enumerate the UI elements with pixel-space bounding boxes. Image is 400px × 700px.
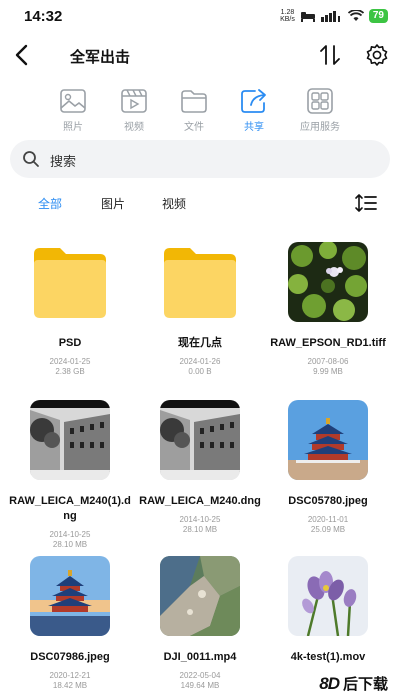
folder-icon (181, 90, 207, 113)
file-size: 25.09 MB (310, 525, 346, 534)
category-label: 文件 (184, 122, 204, 133)
app-header: 全军出击 (0, 36, 400, 76)
watermark-text: 后下载 (342, 676, 388, 693)
file-item-dsc05780[interactable]: DSC05780.jpeg 2020-11-01 25.09 MB (263, 400, 393, 534)
file-item-dsc07986[interactable]: DSC07986.jpeg 2020-12-21 18.42 MB (5, 556, 135, 690)
category-label: 应用服务 (300, 122, 340, 133)
yellow-folder-icon (34, 248, 106, 318)
file-size: 28.10 MB (182, 525, 218, 534)
temple-sunset-photo (30, 556, 110, 636)
category-label: 照片 (63, 122, 83, 133)
file-name: DJI_0011.mp4 (163, 651, 237, 663)
bw-street-photo (30, 400, 110, 480)
site-watermark: 8D 后下载 (313, 671, 394, 696)
file-size: 0.00 B (188, 367, 212, 376)
file-size: 2.38 GB (55, 367, 85, 376)
file-date: 2014-10-25 (179, 515, 221, 524)
net-speed: 1.28 KB/s (280, 9, 295, 23)
bw-street-photo (160, 400, 240, 480)
back-arrow-icon[interactable] (10, 42, 36, 68)
file-date: 2024-01-26 (179, 357, 221, 366)
temple-photo (288, 400, 368, 480)
file-name: RAW_LEICA_M240(1).dng (9, 495, 131, 522)
file-date: 2024-01-25 (49, 357, 91, 366)
file-name: DSC05780.jpeg (288, 495, 368, 507)
image-thumbnail (288, 400, 368, 480)
folder-thumbnail (30, 242, 110, 322)
search-placeholder: 搜索 (50, 154, 77, 169)
file-item-tiff[interactable]: RAW_EPSON_RD1.tiff 2007-08-06 9.99 MB (263, 242, 393, 376)
video-thumbnail (160, 556, 240, 636)
filter-tabs: 全部 图片 视频 (0, 190, 400, 218)
image-thumbnail (30, 400, 110, 480)
lily-pads-photo (288, 242, 368, 322)
file-date: 2014-10-25 (49, 530, 91, 539)
file-date: 2022-05-04 (179, 671, 221, 680)
page-title: 全军出击 (70, 49, 131, 66)
search-bar[interactable]: 搜索 (10, 140, 390, 178)
file-name: 现在几点 (178, 337, 222, 349)
transfer-sort-icon[interactable] (318, 42, 342, 68)
file-name: 4k-test(1).mov (290, 651, 366, 663)
image-thumbnail (288, 242, 368, 322)
status-bar: 14:32 1.28 KB/s 79 (0, 0, 400, 34)
filter-tab-all[interactable]: 全部 (38, 195, 62, 212)
video-thumbnail (288, 556, 368, 636)
file-size: 9.99 MB (313, 367, 343, 376)
file-name: DSC07986.jpeg (30, 651, 110, 663)
category-files[interactable]: 文件 (164, 86, 224, 133)
yellow-folder-icon (164, 248, 236, 318)
filter-tab-images[interactable]: 图片 (101, 195, 125, 212)
file-size: 28.10 MB (52, 540, 88, 549)
category-label: 共享 (244, 122, 264, 133)
file-name: PSD (58, 337, 82, 349)
purple-flower-photo (288, 556, 368, 636)
aerial-coast-photo (160, 556, 240, 636)
file-item-dng-2[interactable]: RAW_LEICA_M240.dng 2014-10-25 28.10 MB (135, 400, 265, 534)
file-item-dji-video[interactable]: DJI_0011.mp4 2022-05-04 149.64 MB (135, 556, 265, 690)
status-time: 14:32 (24, 8, 63, 25)
file-size: 149.64 MB (180, 681, 220, 690)
file-name: RAW_LEICA_M240.dng (139, 495, 261, 507)
folder-thumbnail (160, 242, 240, 322)
category-app-services[interactable]: 应用服务 (290, 86, 350, 133)
file-date: 2020-11-01 (307, 515, 349, 524)
category-photos[interactable]: 照片 (43, 86, 103, 133)
image-thumbnail (160, 400, 240, 480)
net-speed-unit: KB/s (280, 16, 295, 23)
file-date: 2020-12-21 (49, 671, 91, 680)
photo-icon (60, 89, 86, 113)
category-label: 视频 (124, 122, 144, 133)
bed-icon (300, 12, 315, 22)
image-thumbnail (30, 556, 110, 636)
file-item-4k-video[interactable]: 4k-test(1).mov (263, 556, 393, 671)
file-size: 18.42 MB (52, 681, 88, 690)
gear-icon[interactable] (364, 42, 390, 68)
watermark-logo: 8D (319, 673, 340, 693)
share-icon (241, 89, 266, 113)
category-videos[interactable]: 视频 (104, 86, 164, 133)
signal-icon (320, 11, 340, 22)
file-date: 2007-08-06 (307, 357, 349, 366)
file-browser-screen: 14:32 1.28 KB/s 79 全军出击 照片 视频 文件 共享 应用服务… (0, 0, 400, 700)
category-bar: 照片 视频 文件 共享 应用服务 (0, 86, 400, 136)
file-item-dng-1[interactable]: RAW_LEICA_M240(1).dng 2014-10-25 28.10 M… (5, 400, 135, 549)
wifi-icon (347, 10, 364, 21)
list-sort-icon[interactable] (354, 192, 378, 214)
battery-indicator: 79 (368, 9, 388, 23)
file-name: RAW_EPSON_RD1.tiff (270, 337, 386, 349)
status-icons: 1.28 KB/s 79 (280, 9, 388, 23)
video-icon (121, 89, 147, 113)
search-icon (23, 151, 39, 167)
filter-tab-videos[interactable]: 视频 (162, 195, 186, 212)
file-item-psd[interactable]: PSD 2024-01-25 2.38 GB (5, 242, 135, 376)
apps-icon (307, 88, 333, 114)
file-item-folder[interactable]: 现在几点 2024-01-26 0.00 B (135, 242, 265, 376)
category-share[interactable]: 共享 (224, 86, 284, 133)
net-speed-value: 1.28 (280, 9, 295, 16)
